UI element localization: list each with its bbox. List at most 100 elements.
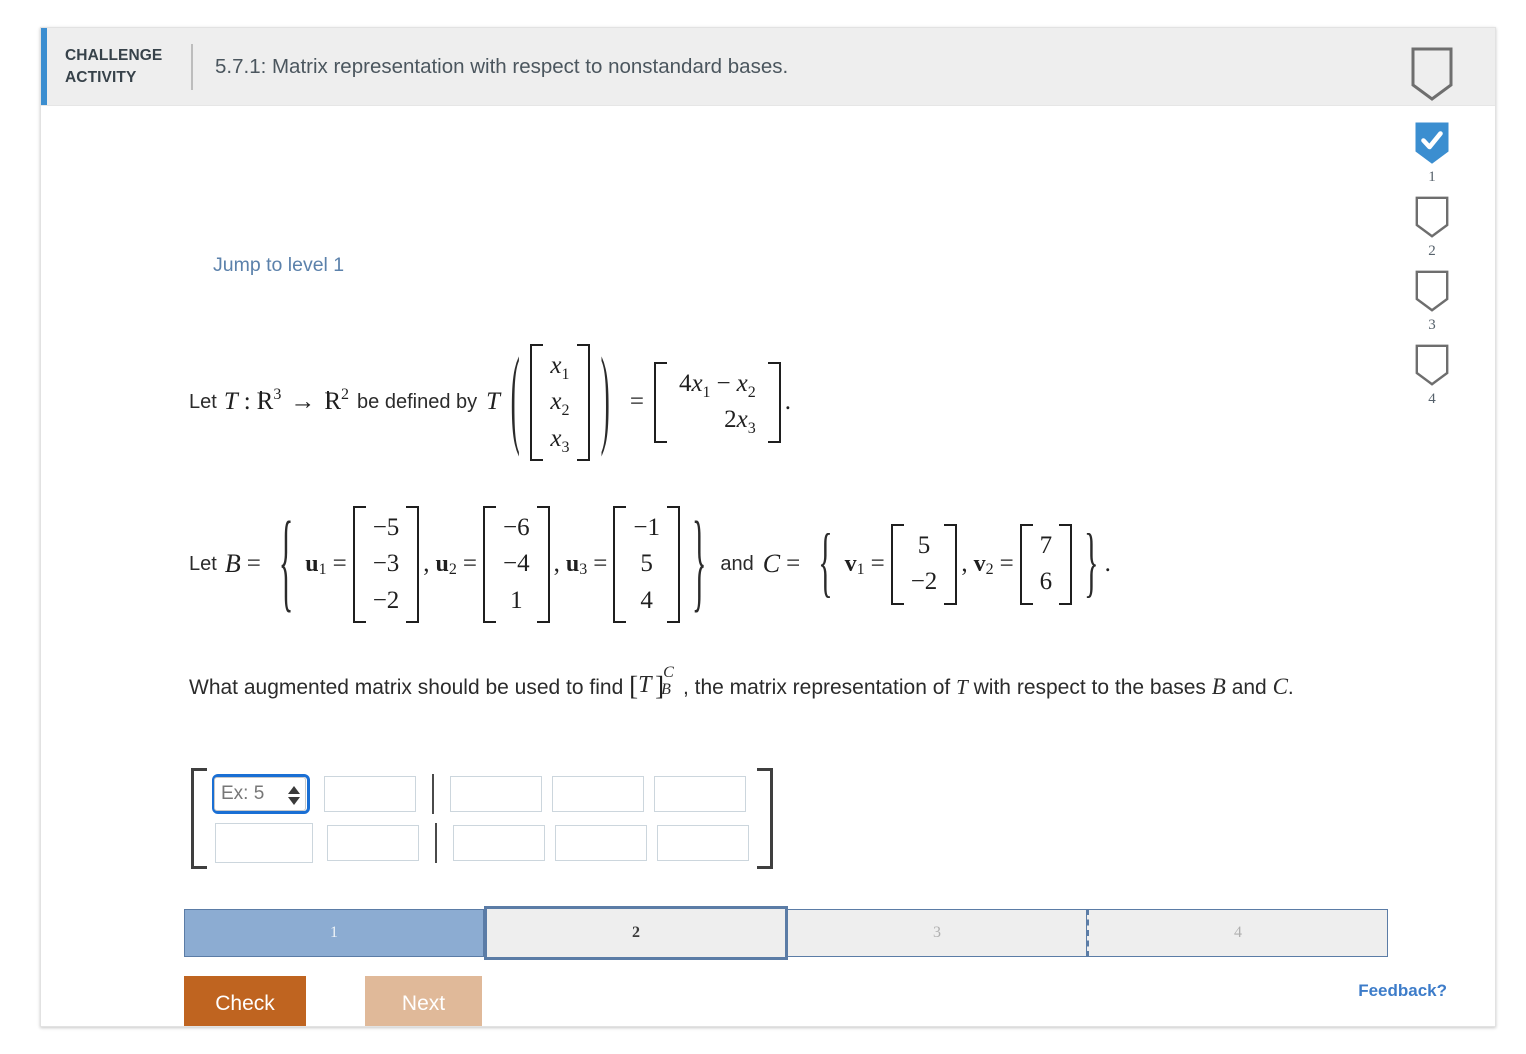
answer-row bbox=[215, 823, 749, 863]
comma-symbol: , bbox=[553, 550, 560, 578]
progress-segment-4[interactable]: 4 bbox=[1087, 909, 1388, 957]
level-indicator-rail: 1 2 3 4 bbox=[1395, 122, 1469, 418]
vector-u3-column: −1 5 4 bbox=[626, 506, 667, 623]
vector-cell: 4 bbox=[640, 586, 653, 614]
spinner-up-arrow[interactable] bbox=[288, 785, 300, 794]
open-paren: ( bbox=[510, 340, 520, 460]
notation-left-bracket: [ bbox=[629, 671, 639, 702]
shield-outline-icon bbox=[1415, 196, 1449, 238]
vector-u3-matrix: −1 5 4 bbox=[613, 504, 680, 625]
period-symbol: . bbox=[1104, 550, 1111, 578]
transformation-definition: Let T : R3 → R2 be defined by T ( x1 x2 … bbox=[189, 340, 792, 463]
close-paren: ) bbox=[600, 340, 610, 460]
comma-symbol: , bbox=[423, 550, 430, 578]
input-vector-cell: x2 bbox=[550, 388, 570, 420]
bases-definition: Let B = { u1 = −5 −3 −2 , u2 = −6 −4 1 ,… bbox=[189, 501, 1111, 625]
level-badge-2[interactable]: 2 bbox=[1415, 196, 1449, 260]
augmented-divider bbox=[432, 774, 434, 814]
equals-symbol: = bbox=[593, 550, 608, 578]
feedback-link[interactable]: Feedback? bbox=[1358, 981, 1447, 1001]
answer-input-1-3[interactable] bbox=[555, 825, 647, 861]
activity-header: CHALLENGE ACTIVITY 5.7.1: Matrix represe… bbox=[41, 28, 1495, 106]
vector-v1-column: 5 −2 bbox=[904, 524, 945, 605]
vector-cell: 1 bbox=[510, 586, 523, 614]
period-symbol: . bbox=[784, 388, 792, 416]
bracket-left bbox=[613, 506, 627, 623]
bracket-right bbox=[1059, 524, 1073, 605]
bracket-left bbox=[1019, 524, 1033, 605]
jump-to-level-link[interactable]: Jump to level 1 bbox=[213, 254, 344, 277]
bracket-left bbox=[890, 524, 904, 605]
shield-outline-icon bbox=[1411, 47, 1453, 101]
input-vector-column: x1 x2 x3 bbox=[543, 344, 576, 461]
question-B-symbol: B bbox=[1211, 674, 1226, 699]
input-vector-matrix: x1 x2 x3 bbox=[530, 342, 590, 463]
challenge-activity-card: CHALLENGE ACTIVITY 5.7.1: Matrix represe… bbox=[40, 27, 1496, 1027]
vector-v1-index: 1 bbox=[856, 561, 865, 579]
transformation-symbol-2: T bbox=[486, 388, 501, 416]
level-badge-4[interactable]: 4 bbox=[1415, 344, 1449, 408]
comma-symbol: , bbox=[961, 550, 968, 578]
output-vector-cell: 4x1− x2 bbox=[678, 370, 756, 402]
equals-symbol: = bbox=[786, 550, 801, 578]
vector-cell: −2 bbox=[372, 586, 400, 614]
close-brace-c: } bbox=[1084, 520, 1099, 606]
vector-cell: −3 bbox=[372, 550, 400, 578]
equals-symbol: = bbox=[629, 388, 644, 416]
level-badge-3[interactable]: 3 bbox=[1415, 270, 1449, 334]
challenge-activity-label: CHALLENGE ACTIVITY bbox=[65, 45, 185, 88]
answer-input-0-3[interactable] bbox=[552, 776, 644, 812]
header-accent-bar bbox=[41, 28, 47, 105]
question-part-3: with respect to the bases bbox=[973, 676, 1206, 699]
answer-input-0-2[interactable] bbox=[450, 776, 542, 812]
basis-c-symbol: C bbox=[762, 549, 781, 579]
level-number-2: 2 bbox=[1428, 243, 1436, 259]
level-badge-1[interactable]: 1 bbox=[1415, 122, 1449, 186]
vector-v2-matrix: 7 6 bbox=[1019, 522, 1073, 607]
domain-symbol: R bbox=[256, 388, 274, 416]
equals-symbol: = bbox=[870, 550, 885, 578]
question-part-2: , the matrix representation of bbox=[682, 676, 951, 699]
challenge-label-line1: CHALLENGE bbox=[65, 47, 163, 65]
vector-cell: 7 bbox=[1039, 532, 1053, 560]
answer-input-0-4[interactable] bbox=[654, 776, 746, 812]
bracket-left bbox=[352, 506, 366, 623]
equals-symbol: = bbox=[462, 550, 478, 578]
progress-segment-2[interactable]: 2 bbox=[484, 906, 788, 960]
equals-symbol: = bbox=[332, 550, 347, 578]
open-brace-c: { bbox=[818, 520, 833, 606]
answer-input-1-4[interactable] bbox=[657, 825, 749, 861]
question-T-symbol: T bbox=[956, 675, 968, 699]
spinner-down-arrow[interactable] bbox=[288, 796, 300, 805]
open-brace: { bbox=[278, 501, 294, 624]
bracket-right bbox=[666, 506, 680, 623]
close-brace: } bbox=[691, 501, 707, 624]
vector-u3-name: u bbox=[565, 550, 580, 577]
answer-input-1-0[interactable] bbox=[215, 823, 313, 863]
check-button[interactable]: Check bbox=[184, 976, 306, 1026]
vector-u2-column: −6 −4 1 bbox=[496, 506, 537, 623]
equals-symbol: = bbox=[246, 550, 261, 578]
progress-segment-1[interactable]: 1 bbox=[184, 909, 484, 957]
challenge-label-line2: ACTIVITY bbox=[65, 68, 137, 86]
answer-input-0-1[interactable] bbox=[324, 776, 416, 812]
level-progress-bar: 1 2 3 4 bbox=[184, 906, 1388, 960]
next-button[interactable]: Next bbox=[365, 976, 482, 1026]
answer-cell-0-0-focus[interactable] bbox=[212, 774, 310, 814]
bracket-right bbox=[406, 506, 420, 623]
level-number-1: 1 bbox=[1428, 169, 1436, 185]
vector-cell: −6 bbox=[503, 514, 530, 541]
answer-input-1-2[interactable] bbox=[453, 825, 545, 861]
colon-symbol: : bbox=[243, 388, 251, 416]
input-vector-cell: x3 bbox=[550, 424, 570, 456]
number-spinner-icon[interactable] bbox=[288, 782, 300, 808]
codomain-symbol: R bbox=[324, 388, 342, 416]
bracket-right bbox=[767, 362, 781, 443]
codomain-exponent: 2 bbox=[341, 386, 350, 404]
progress-segment-3[interactable]: 3 bbox=[788, 909, 1087, 957]
answer-input-1-1[interactable] bbox=[327, 825, 419, 861]
defined-by-text: be defined by bbox=[357, 390, 478, 413]
output-vector-matrix: 4x1− x2 2x3 bbox=[653, 360, 781, 445]
vector-cell: −5 bbox=[372, 514, 400, 541]
arrow-symbol: → bbox=[290, 388, 316, 416]
